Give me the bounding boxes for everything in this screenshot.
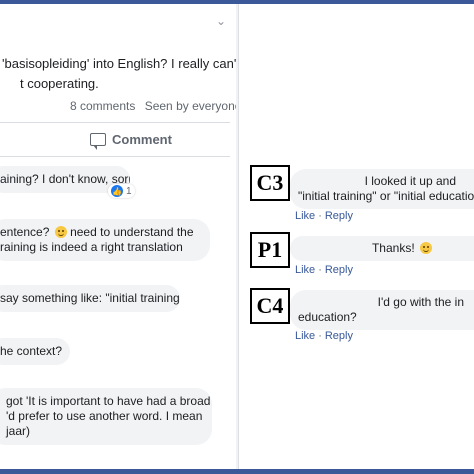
comment-bubble: he context? xyxy=(0,338,70,365)
comments-count[interactable]: 8 comments xyxy=(70,99,135,113)
smiley-emoji-icon xyxy=(420,242,432,254)
like-link[interactable]: Like xyxy=(295,330,315,342)
divider xyxy=(0,122,230,123)
comment-text: I looked it up and xyxy=(364,174,456,188)
post-meta: 8 comments Seen by everyone xyxy=(70,99,236,113)
divider xyxy=(0,156,230,157)
label-c4: C4 xyxy=(250,288,290,324)
smiley-emoji-icon xyxy=(54,226,67,238)
comment-actions: Like · Reply xyxy=(295,330,353,342)
comment-actions: Like · Reply xyxy=(295,210,353,222)
like-link[interactable]: Like xyxy=(295,210,315,222)
comment-bubble: say something like: "initial training" xyxy=(0,285,180,312)
like-link[interactable]: Like xyxy=(295,264,315,276)
seen-by: Seen by everyone xyxy=(144,99,236,113)
post-panel: ⌄ 'basisopleiding' into English? I reall… xyxy=(0,4,236,469)
post-text: 'basisopleiding' into English? I really … xyxy=(0,54,236,94)
comment-bubble: I'd go with the in education? xyxy=(290,290,474,330)
comment-text: Thanks! xyxy=(371,241,415,255)
comment-button[interactable]: Comment xyxy=(90,132,172,150)
comment-text: jaar) xyxy=(6,424,31,438)
comment-text: got 'It is important to have had a broad xyxy=(6,394,211,408)
label-p1: P1 xyxy=(250,232,290,268)
comment-bubble: I looked it up and "initial training" or… xyxy=(290,169,474,209)
comment-actions: Like · Reply xyxy=(295,264,353,276)
comment-text: need to understand the xyxy=(70,225,194,239)
reaction-count: 1 xyxy=(126,185,132,197)
label-c3: C3 xyxy=(250,165,290,201)
comment-text: education? xyxy=(298,310,357,324)
comment-button-label: Comment xyxy=(112,132,172,147)
comment-text: "initial training" or "initial education… xyxy=(298,189,474,203)
comment-bubble: entence? need to understand the raining … xyxy=(0,219,210,261)
post-text-line-2: t cooperating. xyxy=(20,76,99,91)
comment-text: raining is indeed a right translation xyxy=(0,240,183,254)
thumbs-up-icon: 👍 xyxy=(111,185,123,197)
comment-text: I'd go with the in xyxy=(377,295,464,309)
comment-text: 'd prefer to use another word. I mean xyxy=(6,409,203,423)
comment-text: aining? I don't know, sorry xyxy=(0,172,130,186)
post-text-line-1: 'basisopleiding' into English? I really … xyxy=(2,56,236,71)
bottom-bar xyxy=(0,469,474,474)
chevron-down-icon[interactable]: ⌄ xyxy=(216,14,226,28)
comment-text: entence? xyxy=(0,225,50,239)
comment-text: he context? xyxy=(0,344,63,358)
reply-link[interactable]: Reply xyxy=(325,210,353,222)
reply-link[interactable]: Reply xyxy=(325,264,353,276)
comment-icon xyxy=(90,133,106,150)
comment-bubble: got 'It is important to have had a broad… xyxy=(0,388,212,445)
comment-bubble: Thanks! xyxy=(290,236,474,261)
reaction-badge[interactable]: 👍 1 xyxy=(108,184,135,198)
reply-link[interactable]: Reply xyxy=(325,330,353,342)
comment-text: say something like: "initial training" xyxy=(0,291,180,305)
